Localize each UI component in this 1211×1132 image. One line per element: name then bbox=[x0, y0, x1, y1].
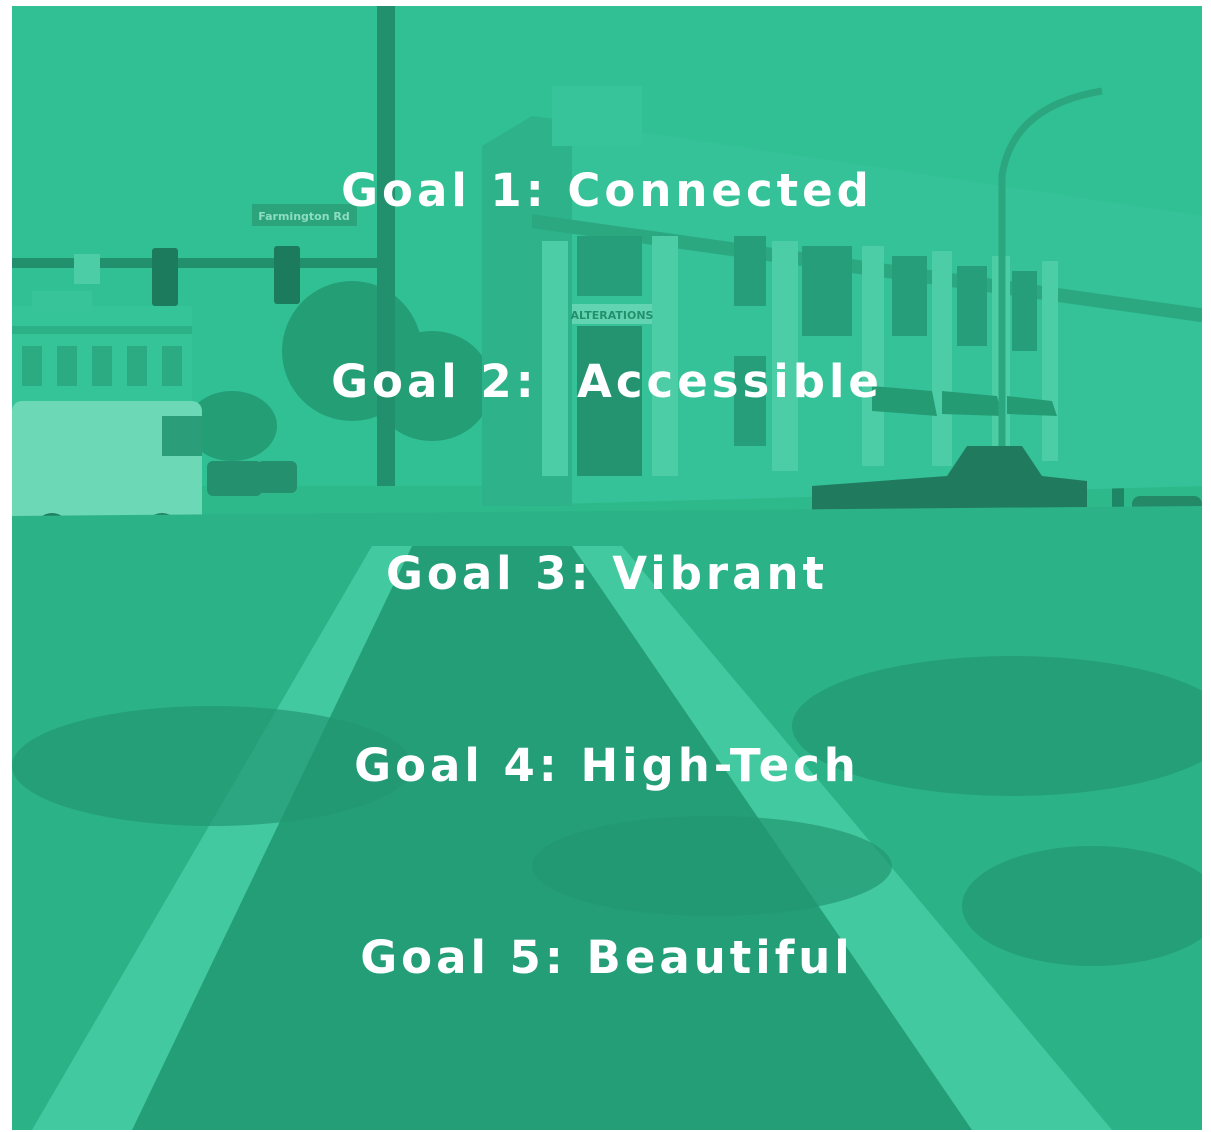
goal-2-heading: Goal 2: Accessible bbox=[331, 355, 883, 408]
goal-4-heading: Goal 4: High-Tech bbox=[354, 739, 860, 792]
goal-3-heading: Goal 3: Vibrant bbox=[385, 547, 829, 600]
goal-1-heading: Goal 1: Connected bbox=[341, 164, 873, 217]
goal-5-heading: Goal 5: Beautiful bbox=[360, 931, 854, 984]
goals-panel: ALTERATIONS Farmington Rd Goal 1: Connec… bbox=[12, 6, 1202, 1130]
